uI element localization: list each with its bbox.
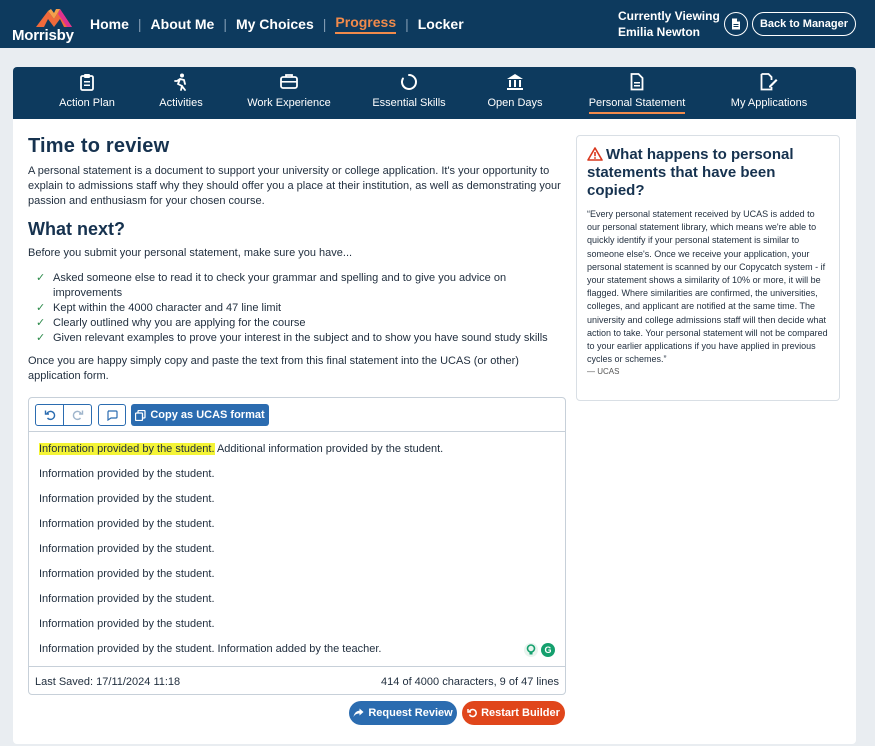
currently-viewing-label: Currently Viewing [618, 9, 720, 23]
undo-button[interactable] [35, 404, 64, 426]
info-panel-title: What happens to personal statements that… [587, 146, 794, 199]
editor-line: Information provided by the student. Add… [39, 443, 444, 455]
editor-line: Information provided by the student. [39, 568, 215, 580]
view-document-button[interactable] [724, 12, 748, 36]
main-nav: Home | About Me | My Choices | Progress … [90, 14, 464, 34]
editor-line: Information provided by the student. [39, 493, 215, 505]
redo-button[interactable] [63, 404, 92, 426]
nav-separator: | [405, 16, 409, 32]
check-icon: ✓ [36, 332, 46, 344]
nav-separator: | [137, 16, 142, 32]
subnav-work-experience[interactable]: Work Experience [243, 73, 335, 109]
info-panel-quote: “Every personal statement received by UC… [587, 209, 828, 365]
undo-icon [44, 410, 55, 421]
before-text: Before you submit your personal statemen… [28, 247, 353, 259]
copy-icon [135, 409, 146, 421]
logo-mark-icon [36, 9, 72, 27]
document-icon [732, 18, 740, 30]
copy-ucas-label: Copy as UCAS format [150, 409, 265, 421]
statement-editor: Copy as UCAS format Information provided… [28, 397, 566, 695]
subnav-my-applications[interactable]: My Applications [725, 73, 813, 109]
subnav-label: Action Plan [59, 97, 115, 109]
review-content: Time to review A personal statement is a… [28, 135, 568, 384]
request-review-label: Request Review [368, 707, 453, 719]
currently-viewing: Currently Viewing Emilia Newton [618, 8, 720, 40]
section-title: What next? [28, 219, 125, 239]
restart-icon [467, 708, 477, 718]
nav-about-me[interactable]: About Me [151, 16, 215, 32]
back-to-manager-button[interactable]: Back to Manager [752, 12, 856, 36]
institution-icon [507, 74, 523, 90]
subnav-open-days[interactable]: Open Days [485, 73, 545, 109]
extension-icons: G [524, 643, 555, 657]
subnav-label: Open Days [487, 97, 543, 109]
clipboard-icon [80, 74, 94, 91]
subnav-label: My Applications [730, 97, 808, 109]
checklist-item: ✓ Given relevant examples to prove your i… [36, 332, 548, 344]
nav-my-choices[interactable]: My Choices [236, 16, 314, 32]
editor-line: Information provided by the student. [39, 593, 215, 605]
subnav-label: Activities [159, 97, 203, 109]
editor-text-area[interactable]: Information provided by the student. Add… [29, 433, 565, 667]
edit-document-icon [760, 73, 778, 91]
last-saved-text: Last Saved: 17/11/2024 11:18 [35, 676, 181, 688]
subnav-action-plan[interactable]: Action Plan [59, 73, 115, 109]
subnav-label: Essential Skills [372, 97, 446, 109]
editor-line: Information provided by the student. [39, 543, 215, 555]
highlighted-text[interactable]: Information provided by the student. [39, 443, 215, 455]
comment-button[interactable] [98, 404, 126, 426]
restart-builder-button[interactable]: Restart Builder [462, 701, 565, 725]
morrisby-logo[interactable]: Morrisby [12, 5, 76, 45]
share-icon [353, 708, 364, 717]
grammarly-icon[interactable]: G [541, 643, 555, 657]
copycatch-info-panel: What happens to personal statements that… [576, 135, 840, 401]
main-card: Action Plan Activities Work Experience E… [13, 67, 856, 744]
editor-line: Information provided by the student. [39, 468, 215, 480]
person-running-icon [174, 73, 186, 91]
nav-separator: | [322, 16, 327, 32]
editor-toolbar: Copy as UCAS format [29, 398, 565, 432]
checklist-item: ✓ Clearly outlined why you are applying f… [36, 317, 306, 329]
info-panel-source: — UCAS [587, 367, 620, 377]
nav-separator: | [223, 16, 227, 32]
currently-viewing-name: Emilia Newton [618, 25, 701, 39]
check-icon: ✓ [36, 302, 46, 314]
comment-icon [107, 410, 118, 421]
document-icon [630, 73, 644, 91]
subnav-essential-skills[interactable]: Essential Skills [371, 73, 447, 109]
top-navbar: Morrisby Home | About Me | My Choices | … [0, 0, 875, 48]
check-icon: ✓ [36, 272, 46, 284]
check-icon: ✓ [36, 317, 46, 329]
request-review-button[interactable]: Request Review [349, 701, 457, 725]
editor-line: Information provided by the student. [39, 518, 215, 530]
outro-paragraph: Once you are happy simply copy and paste… [28, 355, 519, 382]
logo-text: Morrisby [12, 27, 74, 44]
character-count: 414 of 4000 characters, 9 of 47 lines [381, 676, 559, 688]
nav-home[interactable]: Home [90, 16, 129, 32]
editor-line: Information provided by the student. Inf… [39, 643, 382, 655]
checklist-item: ✓ Asked someone else to read it to check … [36, 272, 507, 299]
progress-subnav: Action Plan Activities Work Experience E… [13, 67, 856, 119]
restart-builder-label: Restart Builder [481, 707, 560, 719]
circle-notch-icon [401, 74, 417, 90]
nav-progress[interactable]: Progress [335, 14, 397, 34]
subnav-personal-statement[interactable]: Personal Statement [583, 73, 691, 114]
briefcase-icon [280, 74, 298, 89]
copy-ucas-format-button[interactable]: Copy as UCAS format [131, 404, 269, 426]
nav-locker[interactable]: Locker [418, 16, 464, 32]
page-title: Time to review [28, 135, 170, 157]
redo-icon [72, 410, 83, 421]
checklist: ✓ Asked someone else to read it to check … [36, 271, 568, 346]
subnav-label: Personal Statement [588, 97, 686, 114]
checklist-item: ✓ Kept within the 4000 character and 47 l… [36, 302, 282, 314]
warning-icon [587, 147, 603, 161]
lightbulb-icon[interactable] [524, 643, 538, 657]
subnav-activities[interactable]: Activities [153, 73, 209, 109]
editor-line: Information provided by the student. [39, 618, 215, 630]
intro-paragraph: A personal statement is a document to su… [28, 165, 561, 207]
editor-status-bar: Last Saved: 17/11/2024 11:18 414 of 4000… [29, 666, 565, 694]
subnav-label: Work Experience [247, 97, 331, 109]
